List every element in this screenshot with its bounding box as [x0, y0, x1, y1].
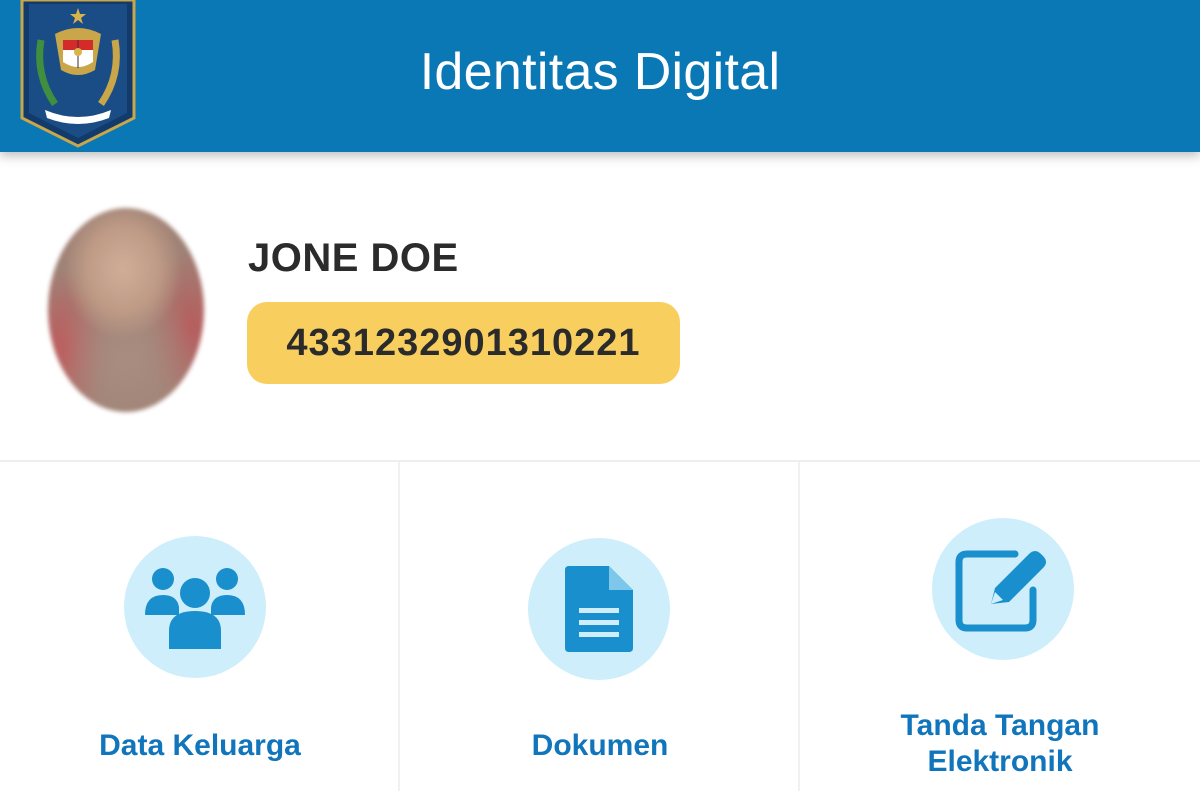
menu-label-tanda-tangan-elektronik: Tanda Tangan Elektronik: [800, 708, 1200, 780]
document-icon: [528, 538, 670, 680]
menu-item-dokumen[interactable]: Dokumen: [400, 462, 800, 791]
nik-badge: 4331232901310221: [247, 302, 680, 384]
profile-card: JONE DOE 4331232901310221: [0, 152, 1200, 460]
feature-menu: Data Keluarga Dokumen Tanda Tangan Elekt…: [0, 460, 1200, 791]
edit-signature-icon: [932, 518, 1074, 660]
menu-label-line-1: Tanda Tangan: [900, 709, 1100, 742]
user-name: JONE DOE: [248, 236, 459, 280]
menu-label-line-2: Elektronik: [927, 745, 1073, 778]
menu-item-tanda-tangan-elektronik[interactable]: Tanda Tangan Elektronik: [800, 462, 1200, 791]
family-group-icon: [124, 536, 266, 678]
avatar: [48, 208, 204, 412]
page-title: Identitas Digital: [419, 43, 781, 101]
menu-label-data-keluarga: Data Keluarga: [99, 729, 301, 762]
menu-label-dokumen: Dokumen: [531, 729, 669, 762]
menu-item-data-keluarga[interactable]: Data Keluarga: [0, 462, 400, 791]
app-header: Identitas Digital: [0, 0, 1200, 152]
